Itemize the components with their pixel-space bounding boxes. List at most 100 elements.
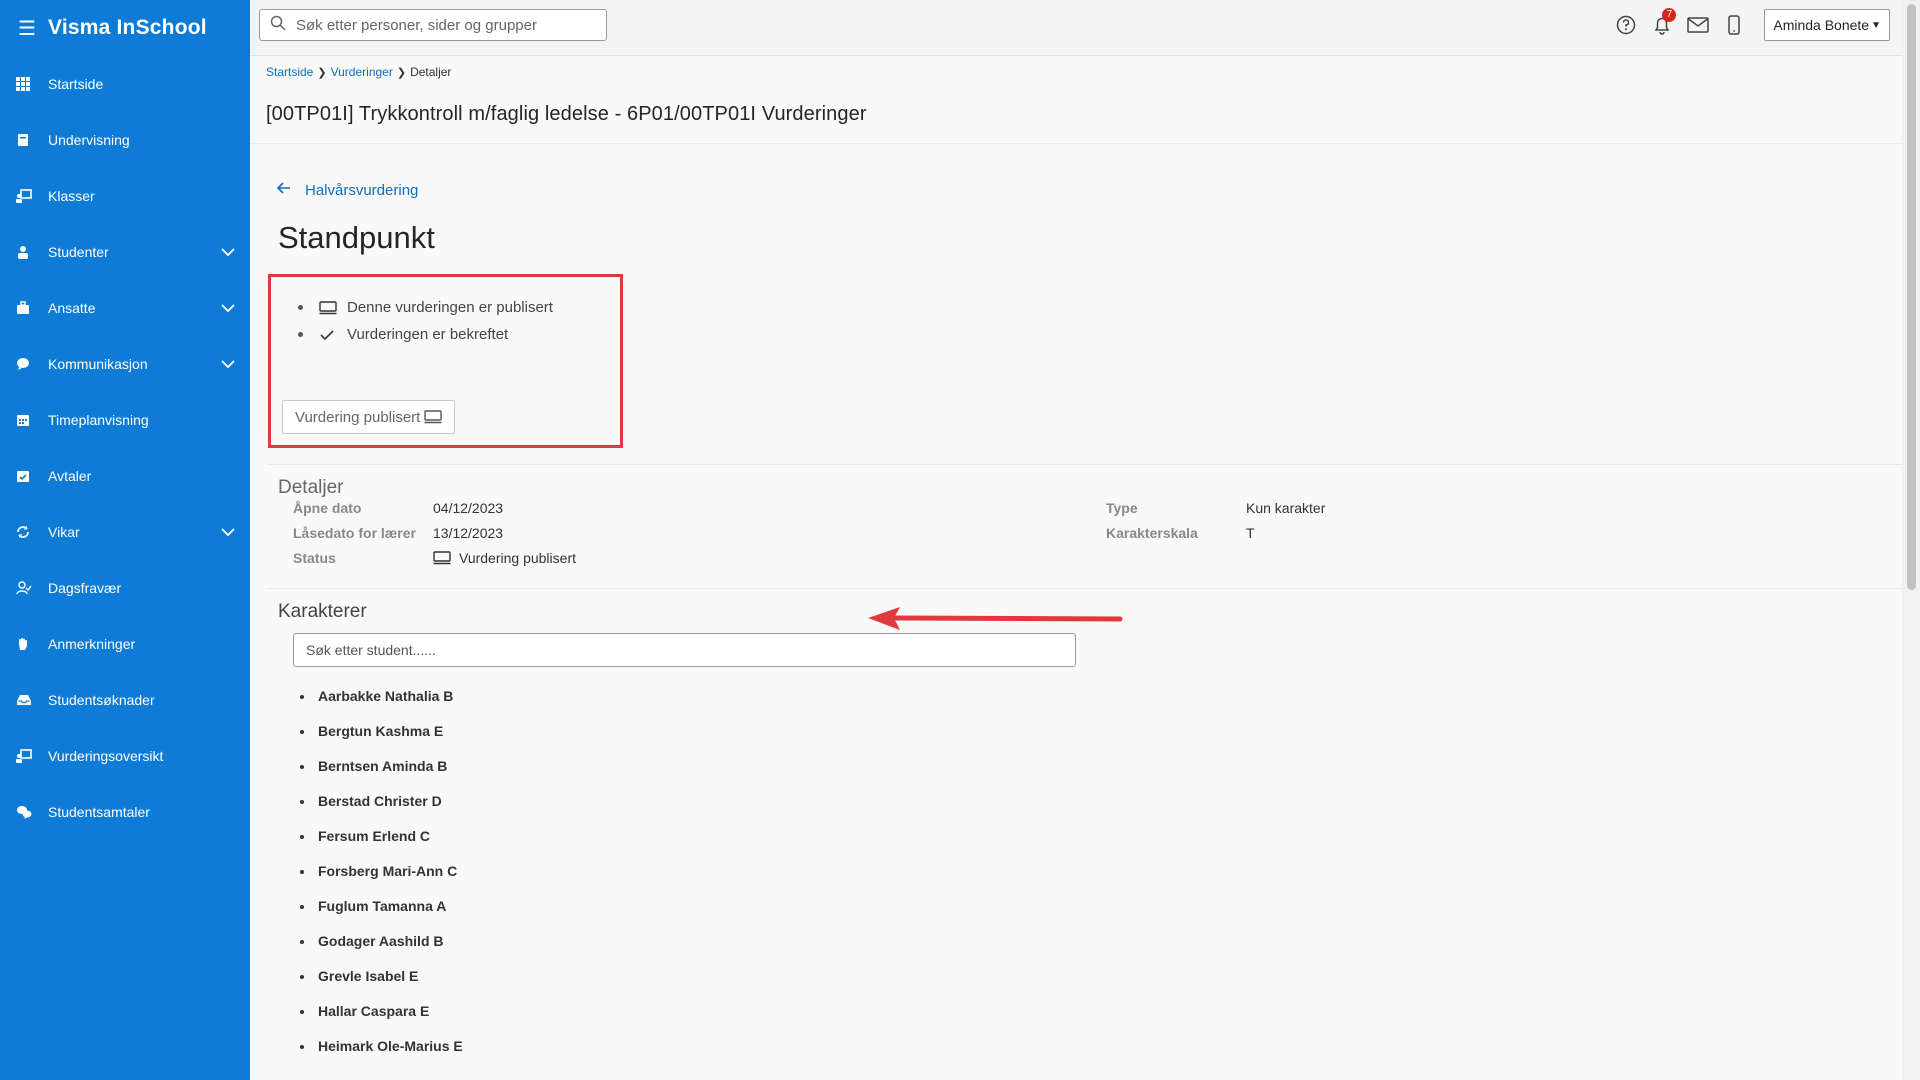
sidebar-item-studentsamtaler[interactable]: Studentsamtaler (0, 784, 250, 840)
breadcrumb: Startside ❯ Vurderinger ❯ Detaljer (266, 65, 451, 79)
list-item[interactable]: Berstad Christer D (300, 793, 463, 828)
detail-label: Type (1106, 500, 1138, 516)
help-icon[interactable] (1608, 9, 1644, 41)
detail-label: Låsedato for lærer (293, 525, 416, 541)
bullet (300, 765, 304, 769)
student-name: Heimark Ole-Marius E (318, 1038, 463, 1054)
top-bar: 7 Aminda Bonete ▼ (250, 0, 1902, 56)
page-title: [00TP01I] Trykkontroll m/faglig ledelse … (266, 103, 867, 125)
bullet (300, 1010, 304, 1014)
user-check-icon (16, 581, 48, 595)
vertical-scrollbar[interactable] (1902, 0, 1920, 1080)
bullet (300, 905, 304, 909)
student-list: Aarbakke Nathalia B Bergtun Kashma E Ber… (300, 688, 463, 1073)
sidebar-item-label: Avtaler (48, 468, 92, 484)
user-name: Aminda Bonete (1773, 17, 1870, 33)
list-item[interactable]: Fuglum Tamanna A (300, 898, 463, 933)
chevron-down-icon[interactable] (218, 303, 238, 313)
divider (268, 464, 1902, 465)
chevron-down-icon[interactable] (218, 247, 238, 257)
sidebar-item-klasser[interactable]: Klasser (0, 168, 250, 224)
calendar-icon (16, 413, 48, 427)
publish-button-label: Vurdering publisert (295, 408, 421, 426)
detail-value: 04/12/2023 (433, 500, 504, 516)
scrollbar-thumb[interactable] (1907, 4, 1916, 590)
list-item[interactable]: Grevle Isabel E (300, 968, 463, 1003)
sidebar-item-label: Studenter (48, 244, 109, 260)
conversation-icon (16, 805, 48, 819)
arrow-left-icon (276, 181, 291, 199)
chevron-down-icon[interactable] (218, 527, 238, 537)
sidebar-item-label: Anmerkninger (48, 636, 136, 652)
app-title[interactable]: Visma InSchool (48, 16, 207, 40)
sidebar-item-vurderingsoversikt[interactable]: Vurderingsoversikt (0, 728, 250, 784)
classroom-icon (16, 189, 48, 203)
detail-type: Type Kun karakter (1106, 500, 1325, 516)
bullet (300, 800, 304, 804)
sidebar-item-studentsoknader[interactable]: Studentsøknader (0, 672, 250, 728)
chat-icon (16, 357, 48, 371)
global-search[interactable] (259, 9, 607, 41)
sidebar-item-dagsfravaer[interactable]: Dagsfravær (0, 560, 250, 616)
divider (250, 143, 1902, 144)
mail-icon[interactable] (1680, 9, 1716, 41)
monitor-icon (424, 410, 443, 424)
list-item[interactable]: Heimark Ole-Marius E (300, 1038, 463, 1073)
sidebar-item-timeplanvisning[interactable]: Timeplanvisning (0, 392, 250, 448)
student-name: Godager Aashild B (318, 933, 444, 949)
detail-label: Status (293, 550, 336, 566)
list-item[interactable]: Forsberg Mari-Ann C (300, 863, 463, 898)
grades-title: Karakterer (278, 601, 367, 622)
detail-lock-date: Låsedato for lærer 13/12/2023 (293, 525, 503, 541)
back-link-label: Halvårsvurdering (305, 181, 419, 199)
global-search-input[interactable] (294, 15, 606, 35)
bullet (298, 305, 303, 310)
sidebar-item-studenter[interactable]: Studenter (0, 224, 250, 280)
detail-open-date: Åpne dato 04/12/2023 (293, 500, 503, 516)
brand: ☰ Visma InSchool (0, 0, 250, 56)
bullet (300, 975, 304, 979)
detail-value: Vurdering publisert (433, 550, 576, 566)
sidebar-item-anmerkninger[interactable]: Anmerkninger (0, 616, 250, 672)
main-content: Startside ❯ Vurderinger ❯ Detaljer [00TP… (250, 56, 1902, 1080)
publish-status-button[interactable]: Vurdering publisert (282, 400, 456, 434)
list-item[interactable]: Berntsen Aminda B (300, 758, 463, 793)
chevron-down-icon[interactable] (218, 359, 238, 369)
sidebar-item-vikar[interactable]: Vikar (0, 504, 250, 560)
top-icons: 7 Aminda Bonete ▼ (1608, 8, 1890, 41)
list-item[interactable]: Hallar Caspara E (300, 1003, 463, 1038)
status-item-label: Denne vurderingen er publisert (347, 299, 553, 316)
sidebar-item-kommunikasjon[interactable]: Kommunikasjon (0, 336, 250, 392)
status-list: Denne vurderingen er publisert Vurdering… (298, 294, 553, 348)
sidebar-item-undervisning[interactable]: Undervisning (0, 112, 250, 168)
sidebar-item-avtaler[interactable]: Avtaler (0, 448, 250, 504)
breadcrumb-startside[interactable]: Startside (266, 65, 313, 79)
hamburger-menu-icon[interactable]: ☰ (18, 16, 48, 41)
status-item-published: Denne vurderingen er publisert (298, 294, 553, 321)
breadcrumb-vurderinger[interactable]: Vurderinger (331, 65, 393, 79)
check-icon (319, 329, 341, 341)
sidebar-item-label: Kommunikasjon (48, 356, 148, 372)
notifications-icon[interactable]: 7 (1644, 8, 1680, 41)
list-item[interactable]: Godager Aashild B (300, 933, 463, 968)
bullet (300, 730, 304, 734)
student-name: Berstad Christer D (318, 793, 442, 809)
student-name: Aarbakke Nathalia B (318, 688, 454, 704)
student-search-input[interactable] (293, 633, 1076, 667)
list-item[interactable]: Aarbakke Nathalia B (300, 688, 463, 723)
sidebar-item-label: Studentsamtaler (48, 804, 150, 820)
sidebar-item-ansatte[interactable]: Ansatte (0, 280, 250, 336)
caret-down-icon: ▼ (1871, 19, 1881, 31)
detail-value: Kun karakter (1246, 500, 1326, 516)
user-menu-button[interactable]: Aminda Bonete ▼ (1764, 9, 1890, 41)
list-item[interactable]: Fersum Erlend C (300, 828, 463, 863)
detail-scale: Karakterskala T (1106, 525, 1255, 541)
sidebar-item-startside[interactable]: Startside (0, 56, 250, 112)
mobile-icon[interactable] (1716, 9, 1752, 41)
student-icon (16, 245, 48, 259)
back-link[interactable]: Halvårsvurdering (276, 181, 419, 199)
list-item[interactable]: Bergtun Kashma E (300, 723, 463, 758)
bullet (300, 870, 304, 874)
assessment-icon (16, 749, 48, 763)
detail-label: Karakterskala (1106, 525, 1198, 541)
